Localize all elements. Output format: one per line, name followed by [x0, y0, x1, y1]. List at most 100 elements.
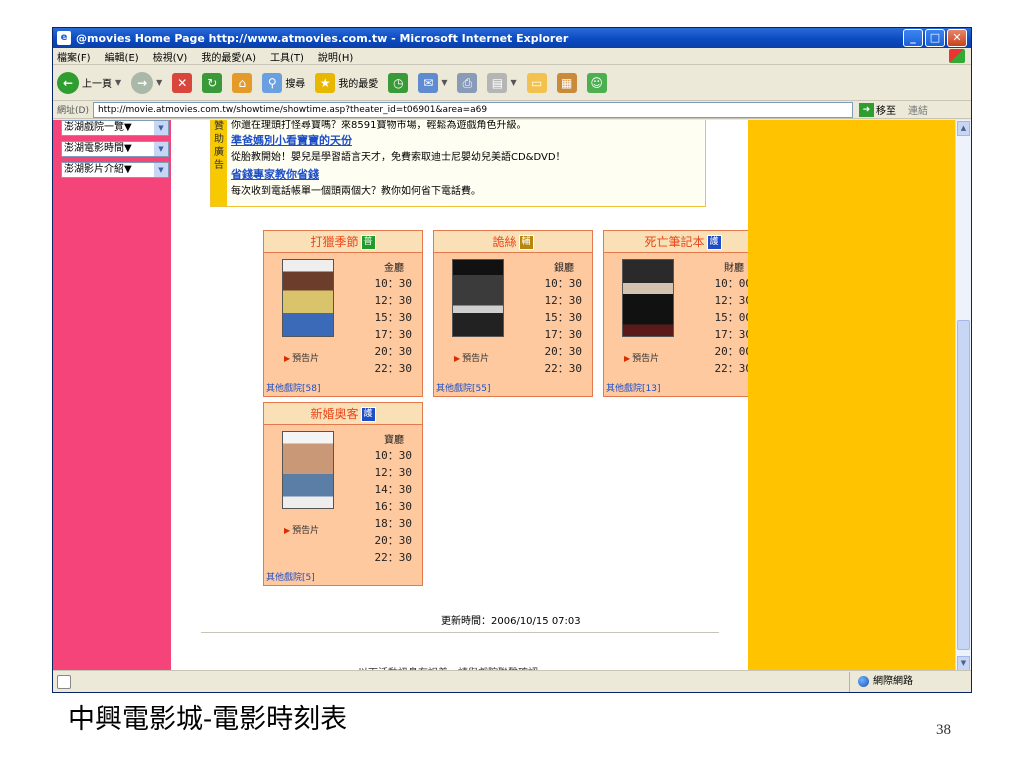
scroll-thumb[interactable]	[957, 320, 970, 650]
showtime: 12：30	[714, 294, 753, 307]
trailer-label: 預告片	[292, 526, 320, 536]
showtime: 22：30	[544, 362, 583, 375]
menu-help[interactable]: 說明(H)	[318, 49, 353, 64]
menu-tools[interactable]: 工具(T)	[270, 49, 304, 64]
showtime-list: 10：30 12：30 15：30 17：30 20：30 22：30	[375, 275, 413, 377]
history-icon: ◷	[388, 72, 409, 93]
edit-button[interactable]: ▤ ▼	[487, 72, 517, 93]
film-poster[interactable]	[282, 259, 334, 337]
ad-text-2: 每次收到電話帳單一個頭兩個大？教你如何省下電話費。	[231, 186, 481, 197]
vertical-scrollbar[interactable]: ▲ ▼	[955, 120, 971, 672]
close-button[interactable]: ✕	[947, 29, 967, 47]
go-arrow-icon: ➜	[858, 102, 874, 117]
research-button[interactable]: ▦	[556, 72, 577, 93]
ad-line-0[interactable]: 你還在理頭打怪尋寶嗎？來8591寶物市場，輕鬆為遊戲角色升級。	[231, 120, 526, 131]
menu-file[interactable]: 檔案(F)	[57, 49, 91, 64]
film-card: 死亡筆記本護 ▶ 預告片 財廳 10：00 12：30 15：00 17：30 2…	[603, 230, 763, 397]
nav-select-label: 澎湖電影時間▼	[64, 143, 132, 154]
messenger-button[interactable]: ☺	[586, 72, 607, 93]
play-triangle-icon: ▶	[624, 354, 631, 363]
showtime: 15：00	[714, 311, 753, 324]
back-button[interactable]: ← 上一頁 ▼	[57, 71, 122, 94]
showtime: 12：30	[544, 294, 583, 307]
showtime: 17：30	[544, 328, 583, 341]
menu-edit[interactable]: 編輯(E)	[105, 49, 139, 64]
trailer-link[interactable]: ▶ 預告片	[284, 523, 319, 536]
showtime-list: 10：00 12：30 15：00 17：30 20：00 22：30	[715, 275, 753, 377]
back-label: 上一頁	[82, 79, 112, 90]
film-title-bar[interactable]: 死亡筆記本護	[604, 231, 762, 253]
window-title: @movies Home Page http://www.atmovies.co…	[76, 31, 569, 45]
go-button[interactable]: ➜ 移至	[858, 102, 896, 117]
other-theaters-link[interactable]: 其他戲院[58]	[266, 381, 320, 394]
rating-badge: 護	[706, 235, 722, 250]
trailer-link[interactable]: ▶ 預告片	[454, 351, 489, 364]
links-button[interactable]: 連結	[908, 102, 928, 117]
refresh-icon: ↻	[202, 72, 223, 93]
favorites-button[interactable]: ★ 我的最愛	[315, 72, 379, 93]
nav-select-theaters[interactable]: 澎湖戲院一覽▼ ▼	[61, 120, 169, 136]
print-button[interactable]: ⎙	[457, 72, 478, 93]
chevron-down-icon: ▼	[115, 78, 122, 87]
zone-label: 網際網路	[873, 675, 913, 687]
stop-button[interactable]: ✕	[172, 72, 193, 93]
showtime: 20：30	[544, 345, 583, 358]
showtime: 16：30	[374, 500, 413, 513]
address-input[interactable]: http://movie.atmovies.com.tw/showtime/sh…	[92, 101, 853, 118]
trailer-label: 預告片	[462, 354, 490, 364]
scroll-up-icon[interactable]: ▲	[957, 121, 970, 136]
chevron-down-icon: ▼	[156, 78, 163, 87]
folder-button[interactable]: ▭	[526, 72, 547, 93]
title-bar[interactable]: e @movies Home Page http://www.atmovies.…	[53, 28, 971, 48]
home-button[interactable]: ⌂	[232, 72, 253, 93]
nav-select-films[interactable]: 澎湖影片介紹▼ ▼	[61, 162, 169, 178]
address-bar: 網址(D) http://movie.atmovies.com.tw/showt…	[53, 101, 971, 119]
minimize-button[interactable]: _	[903, 29, 923, 47]
trailer-link[interactable]: ▶ 預告片	[284, 351, 319, 364]
trailer-label: 預告片	[632, 354, 660, 364]
film-title: 新婚奧客	[310, 407, 359, 421]
mail-button[interactable]: ✉ ▼	[418, 72, 448, 93]
chevron-down-icon: ▼	[154, 121, 168, 135]
maximize-button[interactable]: □	[925, 29, 945, 47]
scroll-down-icon[interactable]: ▼	[957, 656, 970, 671]
ad-title-2[interactable]: 省錢專家教你省錢	[231, 166, 319, 182]
forward-button[interactable]: → ▼	[131, 71, 163, 94]
favorites-label: 我的最愛	[338, 79, 379, 90]
refresh-button[interactable]: ↻	[202, 72, 223, 93]
search-button[interactable]: ⚲ 搜尋	[262, 72, 305, 93]
rating-badge: 護	[360, 407, 376, 422]
film-title-bar[interactable]: 新婚奧客護	[264, 403, 422, 425]
film-card: 打獵季節普 ▶ 預告片 金廳 10：30 12：30 15：30 17：30 20…	[263, 230, 423, 397]
nav-select-showtimes[interactable]: 澎湖電影時間▼ ▼	[61, 141, 169, 157]
rating-badge: 輔	[518, 235, 534, 250]
home-icon: ⌂	[232, 72, 253, 93]
messenger-icon: ☺	[586, 72, 607, 93]
menu-favorites[interactable]: 我的最愛(A)	[201, 49, 256, 64]
film-title-bar[interactable]: 打獵季節普	[264, 231, 422, 253]
showtime: 12：30	[374, 294, 413, 307]
other-theaters-link[interactable]: 其他戲院[13]	[606, 381, 660, 394]
film-poster[interactable]	[452, 259, 504, 337]
other-theaters-link[interactable]: 其他戲院[55]	[436, 381, 490, 394]
showtime: 22：30	[374, 362, 413, 375]
showtime: 15：30	[544, 311, 583, 324]
trailer-link[interactable]: ▶ 預告片	[624, 351, 659, 364]
menu-view[interactable]: 檢視(V)	[153, 49, 188, 64]
ie-window: e @movies Home Page http://www.atmovies.…	[52, 27, 972, 693]
nav-select-label: 澎湖影片介紹▼	[64, 164, 132, 175]
chevron-down-icon: ▼	[441, 78, 448, 87]
history-button[interactable]: ◷	[388, 72, 409, 93]
play-triangle-icon: ▶	[284, 526, 291, 535]
ad-title-1[interactable]: 準爸媽別小看寶寶的天份	[231, 132, 352, 148]
hall-name: 寶廳	[384, 435, 404, 446]
showtime: 10：30	[544, 277, 583, 290]
trailer-label: 預告片	[292, 354, 320, 364]
other-theaters-link[interactable]: 其他戲院[5]	[266, 570, 315, 583]
film-card: 詭絲輔 ▶ 預告片 銀廳 10：30 12：30 15：30 17：30 20：3…	[433, 230, 593, 397]
film-poster[interactable]	[282, 431, 334, 509]
film-poster[interactable]	[622, 259, 674, 337]
film-title-bar[interactable]: 詭絲輔	[434, 231, 592, 253]
showtime: 20：00	[714, 345, 753, 358]
showtime: 18：30	[374, 517, 413, 530]
